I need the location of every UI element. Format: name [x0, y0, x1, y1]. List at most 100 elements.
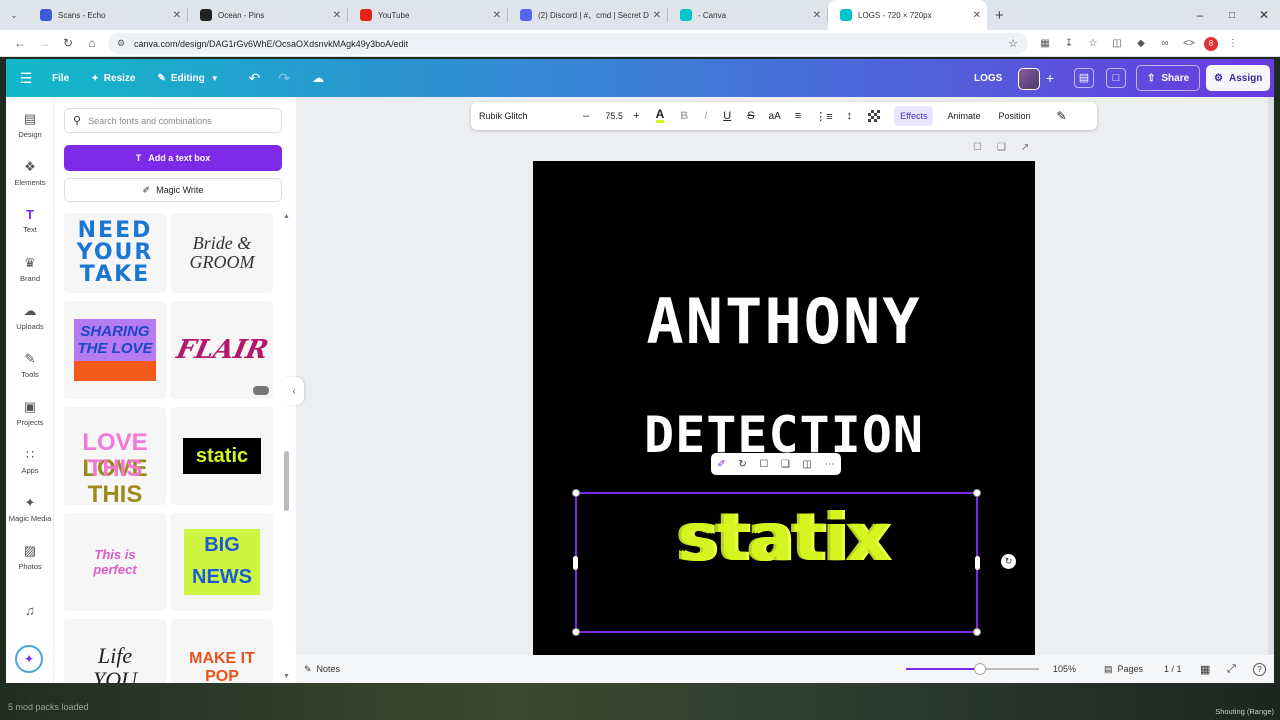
- minimize-icon[interactable]: –: [1184, 8, 1216, 22]
- zoom-level[interactable]: 105%: [1053, 664, 1076, 674]
- bookmarks-icon[interactable]: ☆: [1084, 38, 1102, 49]
- panel-scrollbar[interactable]: [284, 451, 289, 511]
- rotate-handle[interactable]: ↻: [1001, 554, 1016, 569]
- lock-icon[interactable]: ☐: [973, 142, 982, 153]
- text-color-icon[interactable]: A: [655, 108, 665, 123]
- bold-icon[interactable]: B: [680, 110, 688, 122]
- download-icon[interactable]: ↧: [1060, 38, 1078, 49]
- site-info-icon[interactable]: ⚙: [117, 38, 125, 49]
- anthony-text[interactable]: ANTHONY: [533, 287, 1035, 357]
- editing-mode-button[interactable]: ✎ Editing ▼: [157, 73, 218, 84]
- close-tab-icon[interactable]: ✕: [493, 10, 501, 21]
- spacing-icon[interactable]: ↕: [847, 110, 853, 122]
- file-menu[interactable]: File: [52, 73, 69, 84]
- share-button[interactable]: ⇧ Share: [1136, 65, 1201, 91]
- resize-handle-br[interactable]: [973, 628, 981, 636]
- forward-icon[interactable]: →: [32, 31, 56, 55]
- extensions-icon[interactable]: ▦: [1036, 38, 1054, 49]
- sidebar-item-magic-media[interactable]: ✦ Magic Media: [6, 495, 54, 523]
- browser-tab[interactable]: (2) Discord | #、cmd | Secret D ✕: [508, 0, 667, 30]
- maximize-icon[interactable]: □: [1216, 10, 1248, 21]
- resize-handle-tl[interactable]: [572, 489, 580, 497]
- undo-icon[interactable]: ↶: [249, 70, 261, 87]
- template-flair[interactable]: FLAIR: [171, 301, 273, 399]
- delete-icon[interactable]: ◫: [803, 459, 812, 470]
- zoom-slider-thumb[interactable]: [974, 663, 987, 675]
- redo-icon[interactable]: ↷: [278, 70, 290, 87]
- menu-icon[interactable]: ☰: [6, 70, 46, 87]
- italic-icon[interactable]: I: [704, 110, 707, 122]
- duplicate-icon[interactable]: ❏: [781, 459, 790, 470]
- transparency-icon[interactable]: [868, 110, 881, 122]
- template-life-you[interactable]: Life YOU: [64, 619, 166, 683]
- template-static[interactable]: static: [171, 407, 273, 505]
- align-icon[interactable]: ≡: [795, 110, 801, 122]
- template-bride-groom[interactable]: Bride & GROOM: [171, 213, 273, 293]
- template-love-this[interactable]: LOVE THIS: [64, 407, 166, 505]
- effects-button[interactable]: Effects: [894, 106, 934, 126]
- sidebar-item-apps[interactable]: ∷ Apps: [6, 447, 54, 475]
- magic-edit-icon[interactable]: ✐: [717, 459, 725, 470]
- collapse-panel-handle[interactable]: ‹: [284, 377, 304, 405]
- sidebar-item-brand[interactable]: ♛ Brand: [6, 255, 54, 283]
- template-make-it-pop[interactable]: MAKE IT POP: [171, 619, 273, 683]
- trash-icon[interactable]: ◫: [1108, 38, 1126, 49]
- selection-box[interactable]: [572, 489, 981, 636]
- close-tab-icon[interactable]: ✕: [333, 10, 341, 21]
- sidebar-item-text[interactable]: T Text: [6, 207, 54, 234]
- browser-tab[interactable]: YouTube ✕: [348, 0, 507, 30]
- bookmark-star-icon[interactable]: ☆: [1008, 37, 1018, 50]
- home-icon[interactable]: ⌂: [80, 31, 104, 55]
- puzzle-icon[interactable]: ◆: [1132, 38, 1150, 49]
- profile-avatar[interactable]: 8: [1204, 36, 1218, 51]
- close-tab-icon[interactable]: ✕: [653, 10, 661, 21]
- copy-style-icon[interactable]: ✎: [1057, 109, 1067, 123]
- tab-search-icon[interactable]: ⌄: [0, 3, 28, 27]
- back-icon[interactable]: ←: [8, 31, 32, 55]
- resize-button[interactable]: ✦ Resize: [91, 73, 135, 84]
- browser-tab[interactable]: Scans - Echo ✕: [28, 0, 187, 30]
- magic-assistant-button[interactable]: ✦: [15, 645, 43, 673]
- comment-icon[interactable]: □: [1106, 68, 1126, 88]
- code-icon[interactable]: <>: [1180, 38, 1198, 49]
- grid-view-icon[interactable]: ▦: [1200, 663, 1210, 676]
- letter-case-icon[interactable]: aA: [769, 111, 781, 122]
- animate-button[interactable]: Animate: [947, 111, 980, 121]
- template-big-news[interactable]: BIG NEWS: [171, 513, 273, 611]
- sidebar-item-audio[interactable]: ♫: [6, 603, 54, 621]
- more-icon[interactable]: ⋯: [825, 459, 835, 470]
- sidebar-item-projects[interactable]: ▣ Projects: [6, 399, 54, 427]
- font-family-select[interactable]: Rubik Glitch: [479, 105, 569, 127]
- url-field[interactable]: ⚙ canva.com/design/DAG1rGv6WhE/OcsaOXdsn…: [108, 33, 1028, 54]
- position-button[interactable]: Position: [999, 111, 1031, 121]
- design-title[interactable]: LOGS: [974, 73, 1002, 84]
- rotate-icon[interactable]: ↻: [738, 459, 746, 470]
- font-size-increase[interactable]: +: [633, 110, 639, 122]
- zoom-slider[interactable]: [906, 663, 1039, 675]
- notes-button[interactable]: ✎ Notes: [304, 664, 340, 675]
- font-search-input[interactable]: ⚲ Search fonts and combinations: [64, 108, 282, 133]
- new-tab-icon[interactable]: +: [995, 7, 1004, 24]
- browser-tab[interactable]: Ocean - Pins ✕: [188, 0, 347, 30]
- cloud-save-icon[interactable]: ☁: [312, 71, 324, 85]
- pages-button[interactable]: ▤ Pages: [1104, 664, 1143, 675]
- add-page-icon[interactable]: ↗: [1021, 142, 1029, 153]
- scroll-up-icon[interactable]: ▲: [283, 213, 290, 220]
- sidebar-item-design[interactable]: ▤ Design: [6, 111, 54, 139]
- template-sharing-the-love[interactable]: SHARING THE LOVE: [64, 301, 166, 399]
- fullscreen-icon[interactable]: ⤢: [1227, 663, 1236, 676]
- add-collaborator-icon[interactable]: +: [1046, 70, 1054, 86]
- collaborator-avatar[interactable]: [1018, 68, 1040, 90]
- resize-handle-bl[interactable]: [572, 628, 580, 636]
- template-need-your-take[interactable]: NEED YOUR TAKE: [64, 213, 166, 293]
- browser-tab[interactable]: LOGS - 720 × 720px ✕: [828, 0, 987, 30]
- close-tab-icon[interactable]: ✕: [973, 10, 981, 21]
- sidebar-item-elements[interactable]: ❖ Elements: [6, 159, 54, 187]
- font-size-input[interactable]: 75.5: [601, 111, 627, 121]
- add-text-box-button[interactable]: T Add a text box: [64, 145, 282, 171]
- browser-menu-icon[interactable]: ⋮: [1224, 38, 1242, 49]
- magic-write-button[interactable]: ✐ Magic Write: [64, 178, 282, 202]
- close-window-icon[interactable]: ✕: [1248, 8, 1280, 22]
- resize-handle-tr[interactable]: [973, 489, 981, 497]
- help-icon[interactable]: ?: [1253, 662, 1266, 676]
